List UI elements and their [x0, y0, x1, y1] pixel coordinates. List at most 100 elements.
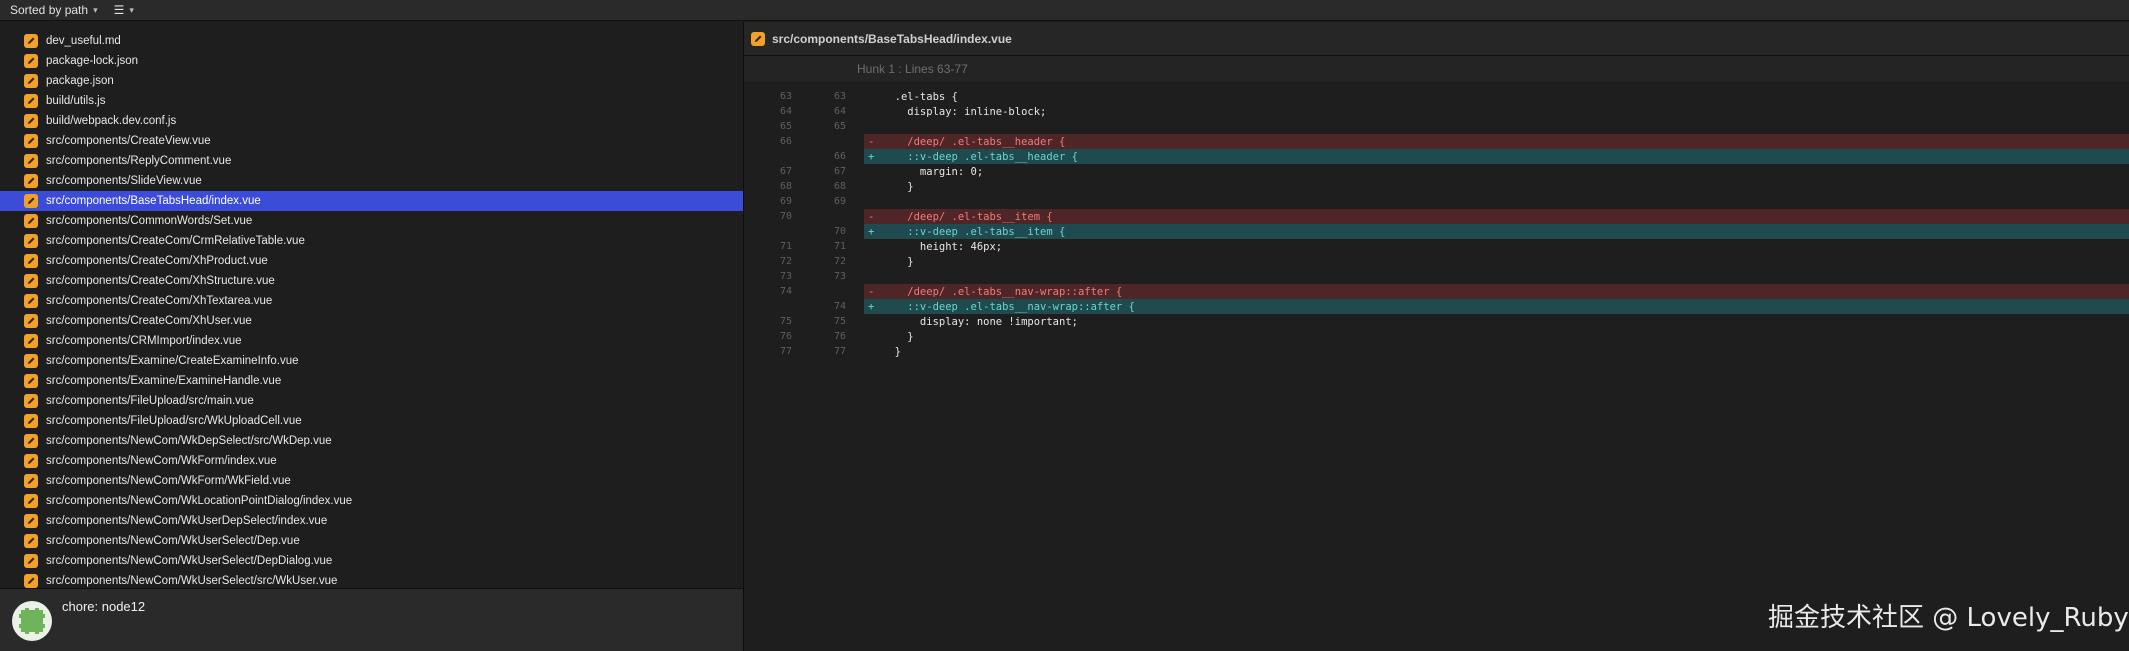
code-text: /deep/ .el-tabs__header {	[882, 135, 1066, 148]
pencil-icon	[24, 354, 38, 368]
pencil-icon	[24, 554, 38, 568]
old-line-number: 70	[779, 211, 792, 222]
old-line-number: 69	[779, 196, 792, 207]
diff-line: 76 76 }	[744, 329, 2129, 344]
old-line-number: 71	[779, 241, 792, 252]
file-list-item[interactable]: src/components/NewCom/WkUserSelect/Dep.v…	[0, 531, 743, 551]
diff-line: 73 73	[744, 269, 2129, 284]
code-text: ::v-deep .el-tabs__nav-wrap::after {	[882, 300, 1135, 313]
sort-dropdown[interactable]: Sorted by path ▾	[10, 3, 98, 17]
file-list-item[interactable]: src/components/CreateView.vue	[0, 131, 743, 151]
file-list-item[interactable]: src/components/NewCom/WkUserSelect/src/W…	[0, 571, 743, 588]
commit-info: chore: node12	[0, 588, 744, 651]
file-path-label: src/components/Examine/ExamineHandle.vue	[46, 375, 282, 387]
file-list-item[interactable]: src/components/NewCom/WkLocationPointDia…	[0, 491, 743, 511]
old-line-number: 65	[779, 121, 792, 132]
code-line: margin: 0;	[864, 164, 2129, 179]
new-line-number: 70	[833, 226, 846, 237]
pencil-icon	[24, 574, 38, 588]
file-path-label: src/components/CommonWords/Set.vue	[46, 215, 253, 227]
diff-marker: +	[868, 225, 875, 238]
code-text: height: 46px;	[882, 240, 1003, 253]
diff-marker: -	[868, 210, 875, 223]
pencil-icon	[24, 374, 38, 388]
file-list-item[interactable]: build/utils.js	[0, 91, 743, 111]
file-list-item[interactable]: package.json	[0, 71, 743, 91]
old-line-number: 73	[779, 271, 792, 282]
new-line-number: 66	[833, 151, 846, 162]
code-text: }	[882, 180, 914, 193]
code-line: - /deep/ .el-tabs__item {	[864, 209, 2129, 224]
code-text: ::v-deep .el-tabs__header {	[882, 150, 1078, 163]
pencil-icon	[24, 54, 38, 68]
file-path-label: src/components/FileUpload/src/main.vue	[46, 395, 254, 407]
file-path-label: src/components/NewCom/WkDepSelect/src/Wk…	[46, 435, 332, 447]
code-text: /deep/ .el-tabs__nav-wrap::after {	[882, 285, 1123, 298]
file-list-item[interactable]: src/components/CreateCom/XhProduct.vue	[0, 251, 743, 271]
code-text: margin: 0;	[882, 165, 984, 178]
file-list-item[interactable]: src/components/NewCom/WkDepSelect/src/Wk…	[0, 431, 743, 451]
file-list-item[interactable]: src/components/CreateCom/CrmRelativeTabl…	[0, 231, 743, 251]
list-icon: ☰	[113, 3, 125, 17]
file-list-item[interactable]: src/components/CRMImport/index.vue	[0, 331, 743, 351]
new-line-number: 75	[833, 316, 846, 327]
code-line: display: inline-block;	[864, 104, 2129, 119]
file-path-label: src/components/NewCom/WkUserSelect/DepDi…	[46, 555, 333, 567]
file-list-item[interactable]: src/components/NewCom/WkForm/index.vue	[0, 451, 743, 471]
file-list-item[interactable]: src/components/NewCom/WkUserDepSelect/in…	[0, 511, 743, 531]
diff-code: 63 63 .el-tabs {64 64 display: inline-bloc…	[744, 89, 2129, 359]
code-line: height: 46px;	[864, 239, 2129, 254]
file-list-item[interactable]: src/components/FileUpload/src/main.vue	[0, 391, 743, 411]
file-list-item[interactable]: src/components/Examine/ExamineHandle.vue	[0, 371, 743, 391]
file-path-label: src/components/CreateCom/XhProduct.vue	[46, 255, 268, 267]
file-list-item[interactable]: src/components/CreateCom/XhStructure.vue	[0, 271, 743, 291]
chevron-down-icon: ▾	[93, 4, 98, 15]
diff-file-header: src/components/BaseTabsHead/index.vue	[744, 22, 2129, 56]
pencil-icon	[24, 254, 38, 268]
old-line-number: 76	[779, 331, 792, 342]
new-line-number: 74	[833, 301, 846, 312]
file-path-label: src/components/SlideView.vue	[46, 175, 202, 187]
file-list-item[interactable]: src/components/Examine/CreateExamineInfo…	[0, 351, 743, 371]
pencil-icon	[24, 414, 38, 428]
diff-marker: -	[868, 135, 875, 148]
file-list-item[interactable]: src/components/NewCom/WkForm/WkField.vue	[0, 471, 743, 491]
diff-line: 74 + ::v-deep .el-tabs__nav-wrap::after {	[744, 299, 2129, 314]
file-list-item[interactable]: src/components/NewCom/WkUserSelect/DepDi…	[0, 551, 743, 571]
pencil-icon	[24, 514, 38, 528]
code-text: .el-tabs {	[882, 90, 958, 103]
old-line-number: 74	[779, 286, 792, 297]
new-line-number: 64	[833, 106, 846, 117]
pencil-icon	[24, 234, 38, 248]
view-options-button[interactable]: ☰ ▾	[114, 3, 134, 17]
file-list-item[interactable]: src/components/ReplyComment.vue	[0, 151, 743, 171]
file-path-label: src/components/NewCom/WkUserDepSelect/in…	[46, 515, 328, 527]
old-line-number: 75	[779, 316, 792, 327]
file-path-label: src/components/CreateView.vue	[46, 135, 211, 147]
diff-line: 70 - /deep/ .el-tabs__item {	[744, 209, 2129, 224]
file-list-item[interactable]: package-lock.json	[0, 51, 743, 71]
diff-line: 72 72 }	[744, 254, 2129, 269]
file-list-item[interactable]: src/components/SlideView.vue	[0, 171, 743, 191]
pencil-icon	[24, 474, 38, 488]
file-list-item[interactable]: src/components/CreateCom/XhUser.vue	[0, 311, 743, 331]
pencil-icon	[24, 114, 38, 128]
file-list-item[interactable]: build/webpack.dev.conf.js	[0, 111, 743, 131]
file-list-item[interactable]: src/components/FileUpload/src/WkUploadCe…	[0, 411, 743, 431]
old-line-number: 66	[779, 136, 792, 147]
diff-file-path: src/components/BaseTabsHead/index.vue	[772, 31, 1012, 46]
file-list-item[interactable]: src/components/CommonWords/Set.vue	[0, 211, 743, 231]
file-path-label: src/components/BaseTabsHead/index.vue	[46, 195, 261, 207]
file-path-label: package-lock.json	[46, 55, 139, 67]
pencil-icon	[751, 31, 765, 46]
file-list-item[interactable]: dev_useful.md	[0, 31, 743, 51]
file-list-item[interactable]: src/components/BaseTabsHead/index.vue	[0, 191, 743, 211]
file-path-label: src/components/FileUpload/src/WkUploadCe…	[46, 415, 302, 427]
code-text: display: inline-block;	[882, 105, 1047, 118]
diff-line: 77 77 }	[744, 344, 2129, 359]
pencil-icon	[24, 434, 38, 448]
file-list-item[interactable]: src/components/CreateCom/XhTextarea.vue	[0, 291, 743, 311]
code-text: }	[882, 345, 901, 358]
new-line-number: 73	[833, 271, 846, 282]
